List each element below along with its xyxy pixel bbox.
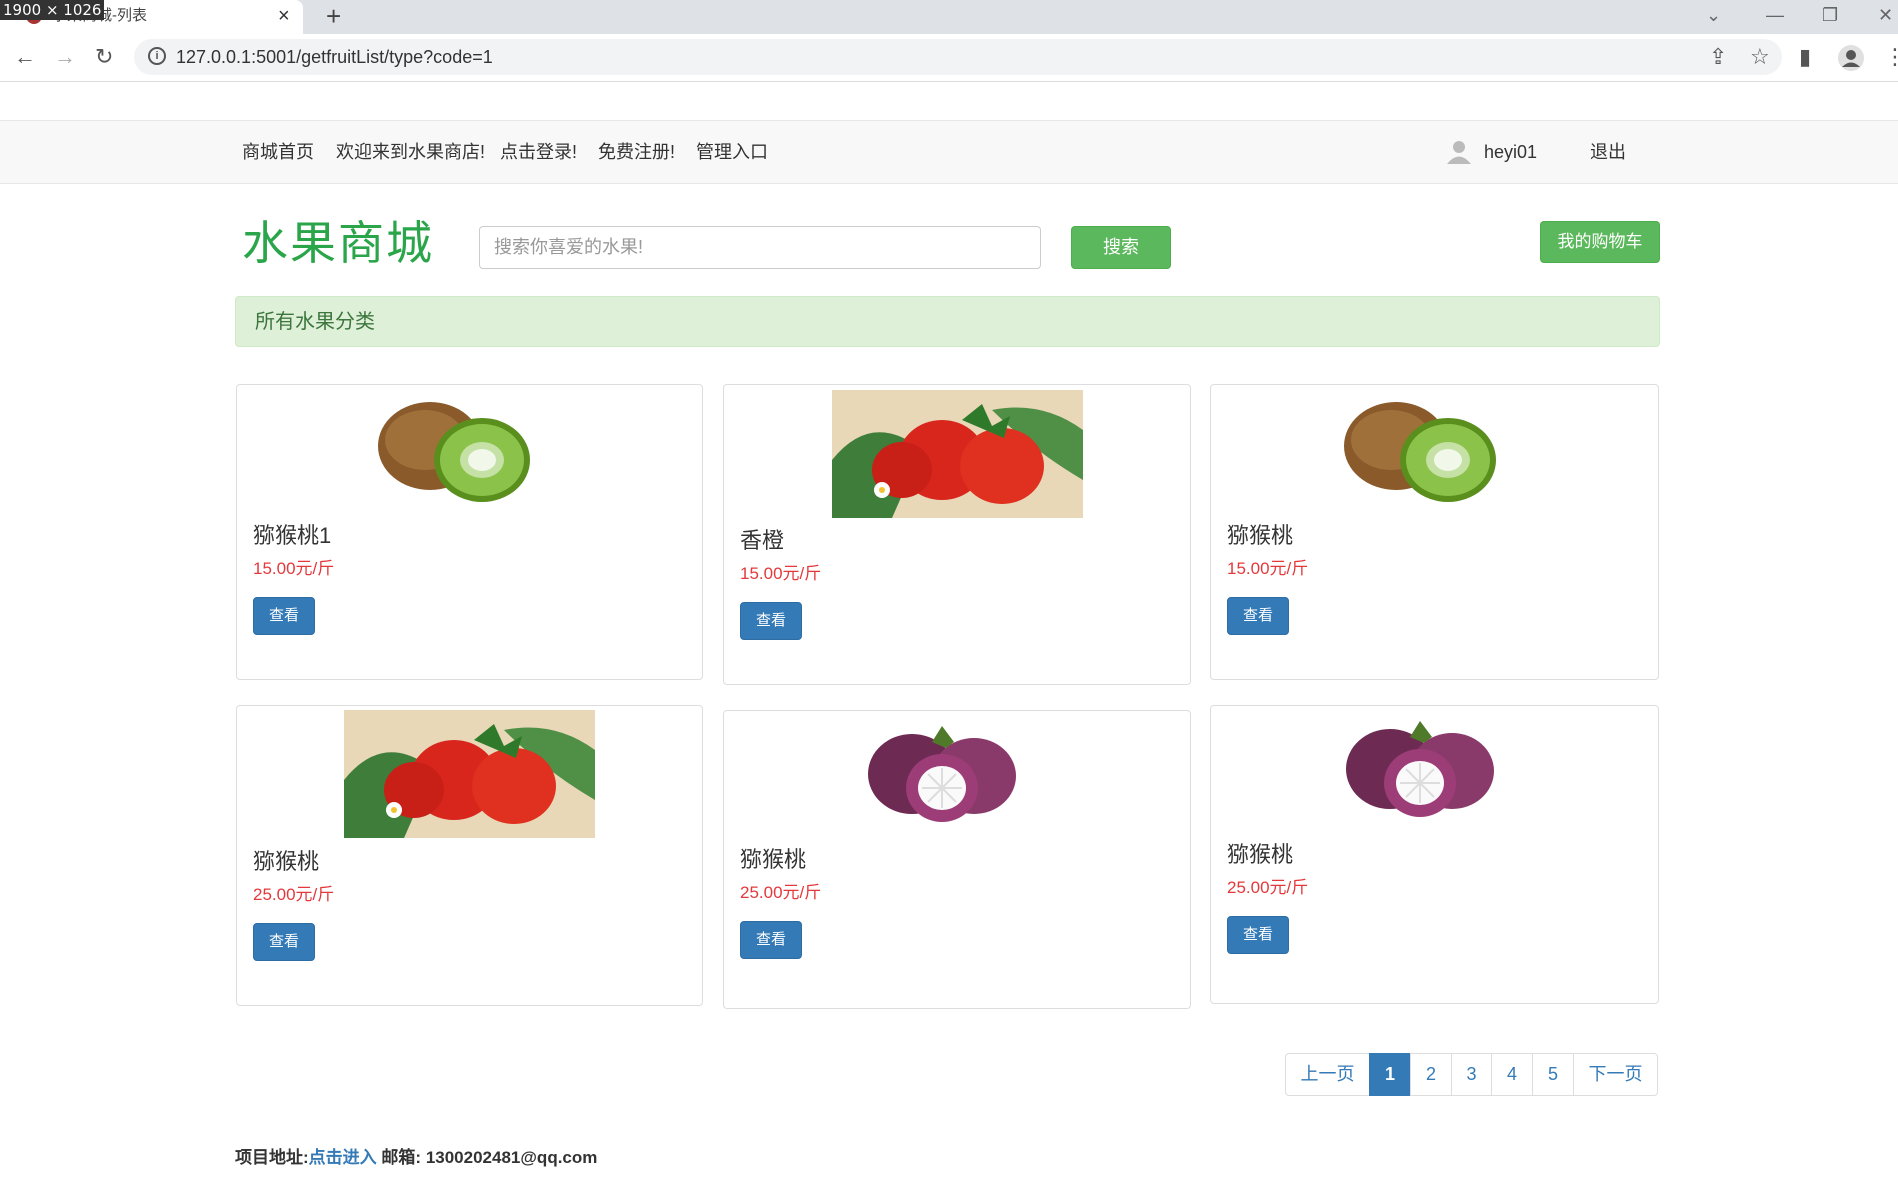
footer-project-label: 项目地址:: [235, 1148, 309, 1167]
menu-icon[interactable]: ⋮: [1884, 44, 1898, 70]
dimensions-badge: 1900 × 1026: [0, 0, 105, 20]
tab-search-icon[interactable]: ⌄: [1706, 4, 1721, 26]
product-price: 25.00元/斤: [740, 883, 822, 902]
view-button[interactable]: 查看: [253, 597, 315, 635]
product-name: 猕猴桃1: [253, 523, 332, 548]
footer-email: 1300202481@qq.com: [425, 1148, 598, 1167]
minimize-icon[interactable]: —: [1766, 4, 1784, 26]
product-price: 15.00元/斤: [740, 564, 822, 583]
product-price: 25.00元/斤: [1227, 878, 1309, 897]
product-price: 25.00元/斤: [253, 885, 335, 904]
nav-welcome-text: 欢迎来到水果商店!: [336, 142, 486, 162]
product-image[interactable]: [1340, 717, 1500, 829]
product-name: 猕猴桃: [1227, 523, 1294, 548]
site-info-icon[interactable]: i: [148, 47, 166, 65]
nav-admin-link[interactable]: 管理入口: [696, 140, 768, 164]
product-image[interactable]: [344, 710, 595, 838]
page-button-1[interactable]: 1: [1369, 1053, 1411, 1096]
footer-project-link[interactable]: 点击进入: [309, 1148, 377, 1167]
footer-email-label: 邮箱:: [381, 1148, 422, 1167]
nav-home-link[interactable]: 商城首页: [242, 140, 314, 164]
tab-close-icon[interactable]: ×: [278, 4, 290, 28]
nav-login-link[interactable]: 点击登录!: [500, 140, 577, 164]
side-panel-icon[interactable]: ▮: [1799, 44, 1811, 70]
view-button[interactable]: 查看: [253, 923, 315, 961]
logout-link[interactable]: 退出: [1590, 140, 1626, 164]
next-page-button[interactable]: 下一页: [1573, 1053, 1658, 1096]
nav-register-link[interactable]: 免费注册!: [598, 140, 675, 164]
category-bar[interactable]: 所有水果分类: [235, 296, 1660, 347]
view-button[interactable]: 查看: [1227, 597, 1289, 635]
footer: 项目地址:点击进入 邮箱: 1300202481@qq.com: [235, 1147, 597, 1169]
forward-icon[interactable]: →: [54, 44, 76, 70]
bookmark-star-icon[interactable]: ☆: [1750, 44, 1770, 70]
product-price: 15.00元/斤: [253, 559, 335, 578]
pagination: 上一页 1 2 3 4 5 下一页: [1285, 1053, 1658, 1096]
page-button-3[interactable]: 3: [1451, 1053, 1492, 1096]
page-button-2[interactable]: 2: [1410, 1053, 1452, 1096]
user-icon: [1447, 141, 1471, 164]
product-image[interactable]: [370, 394, 534, 506]
search-input[interactable]: [479, 226, 1041, 269]
url-text[interactable]: 127.0.0.1:5001/getfruitList/type?code=1: [176, 46, 493, 68]
category-bar-label: 所有水果分类: [255, 311, 375, 333]
product-price: 15.00元/斤: [1227, 559, 1309, 578]
profile-icon[interactable]: [1838, 45, 1864, 71]
close-window-icon[interactable]: ✕: [1878, 4, 1893, 26]
page-button-5[interactable]: 5: [1532, 1053, 1574, 1096]
reload-icon[interactable]: ↻: [95, 44, 113, 70]
new-tab-icon[interactable]: +: [326, 1, 341, 31]
product-image[interactable]: [1336, 394, 1500, 506]
product-name: 香橙: [740, 528, 785, 553]
prev-page-button[interactable]: 上一页: [1285, 1053, 1370, 1096]
product-name: 猕猴桃: [1227, 842, 1294, 867]
site-logo[interactable]: 水果商城: [242, 216, 434, 270]
share-icon[interactable]: ⇪: [1709, 44, 1727, 70]
view-button[interactable]: 查看: [740, 602, 802, 640]
product-image[interactable]: [862, 722, 1022, 834]
username-text[interactable]: heyi01: [1484, 140, 1537, 164]
restore-icon[interactable]: ❐: [1822, 4, 1838, 26]
view-button[interactable]: 查看: [1227, 916, 1289, 954]
cart-button[interactable]: 我的购物车: [1540, 221, 1660, 263]
back-icon[interactable]: ←: [14, 44, 36, 70]
product-name: 猕猴桃: [740, 847, 807, 872]
page-button-4[interactable]: 4: [1491, 1053, 1533, 1096]
product-image[interactable]: [832, 390, 1083, 518]
search-button[interactable]: 搜索: [1071, 226, 1171, 269]
product-name: 猕猴桃: [253, 849, 320, 874]
view-button[interactable]: 查看: [740, 921, 802, 959]
